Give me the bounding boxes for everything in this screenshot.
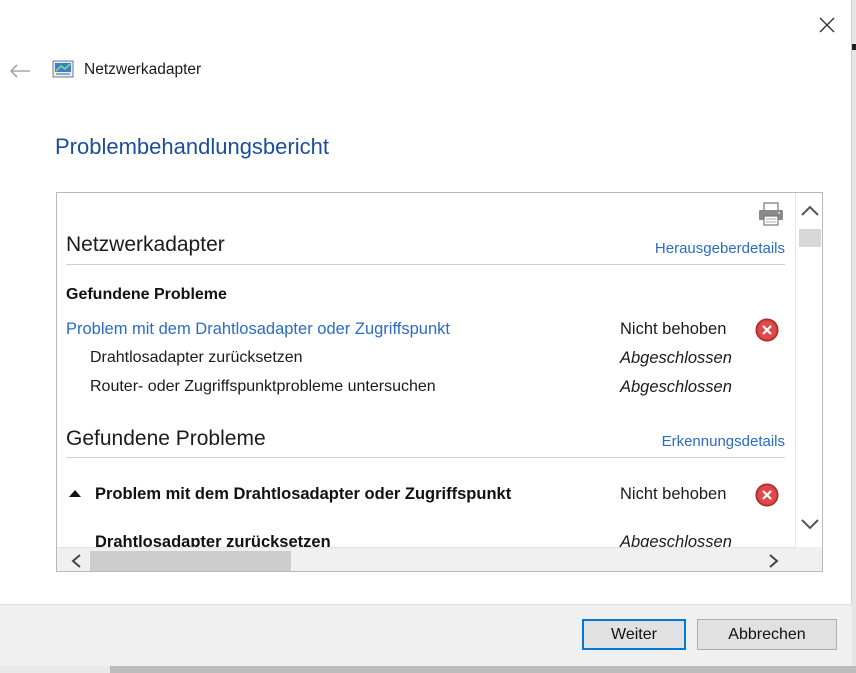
error-icon bbox=[755, 483, 779, 507]
arrow-left-icon bbox=[9, 64, 30, 78]
vertical-scroll-thumb[interactable] bbox=[799, 229, 821, 247]
collapse-triangle-icon[interactable] bbox=[69, 490, 81, 497]
problem-status: Nicht behoben bbox=[620, 320, 727, 338]
window-title: Netzwerkadapter bbox=[84, 61, 202, 78]
error-icon bbox=[755, 318, 779, 342]
problem-link[interactable]: Problem mit dem Drahtlosadapter oder Zug… bbox=[66, 320, 450, 339]
chevron-left-icon bbox=[71, 554, 81, 568]
detail-step-title: Drahtlosadapter zurücksetzen bbox=[95, 533, 331, 547]
backdrop-right bbox=[852, 0, 856, 673]
cancel-button[interactable]: Abbrechen bbox=[697, 619, 837, 650]
section-divider bbox=[66, 264, 785, 265]
vertical-scrollbar[interactable] bbox=[795, 193, 822, 547]
step-item: Drahtlosadapter zurücksetzen bbox=[90, 349, 303, 366]
network-adapter-icon bbox=[52, 60, 74, 78]
chevron-right-icon bbox=[769, 554, 779, 568]
section-title-found-problems: Gefundene Probleme bbox=[66, 427, 266, 450]
step-item: Router- oder Zugriffspunktprobleme unter… bbox=[90, 378, 436, 395]
found-problems-heading: Gefundene Probleme bbox=[66, 286, 227, 303]
close-icon bbox=[819, 17, 835, 33]
close-button[interactable] bbox=[808, 8, 846, 42]
chevron-down-icon bbox=[801, 519, 819, 530]
section-divider bbox=[66, 457, 785, 458]
detail-problem-status: Nicht behoben bbox=[620, 485, 727, 503]
scroll-right-button[interactable] bbox=[763, 551, 785, 571]
dialog-footer: Weiter Abbrechen bbox=[0, 604, 852, 666]
step-status: Abgeschlossen bbox=[620, 349, 732, 367]
section-title-netzwerkadapter: Netzwerkadapter bbox=[66, 233, 225, 256]
detection-details-link[interactable]: Erkennungsdetails bbox=[662, 433, 785, 450]
back-button[interactable] bbox=[4, 56, 36, 86]
scroll-up-button[interactable] bbox=[798, 202, 822, 220]
report-content: Netzwerkadapter Herausgeberdetails Gefun… bbox=[57, 193, 796, 547]
troubleshooter-dialog: Netzwerkadapter Problembehandlungsberich… bbox=[0, 0, 852, 666]
horizontal-scroll-thumb[interactable] bbox=[90, 551, 291, 571]
page-title: Problembehandlungsbericht bbox=[55, 134, 329, 159]
chevron-up-icon bbox=[801, 205, 819, 216]
scrollbar-corner bbox=[796, 547, 822, 571]
publisher-details-link[interactable]: Herausgeberdetails bbox=[655, 240, 785, 257]
detail-step-status: Abgeschlossen bbox=[620, 533, 732, 547]
backdrop-right-dark bbox=[852, 44, 856, 50]
scroll-down-button[interactable] bbox=[798, 515, 822, 533]
detail-problem-title: Problem mit dem Drahtlosadapter oder Zug… bbox=[95, 485, 512, 503]
step-status: Abgeschlossen bbox=[620, 378, 732, 396]
horizontal-scrollbar[interactable] bbox=[57, 547, 796, 571]
next-button[interactable]: Weiter bbox=[582, 619, 686, 650]
report-viewer[interactable]: Netzwerkadapter Herausgeberdetails Gefun… bbox=[56, 192, 823, 572]
printer-icon[interactable] bbox=[757, 201, 785, 227]
backdrop-bottom-dark bbox=[110, 666, 856, 673]
scroll-left-button[interactable] bbox=[65, 551, 87, 571]
